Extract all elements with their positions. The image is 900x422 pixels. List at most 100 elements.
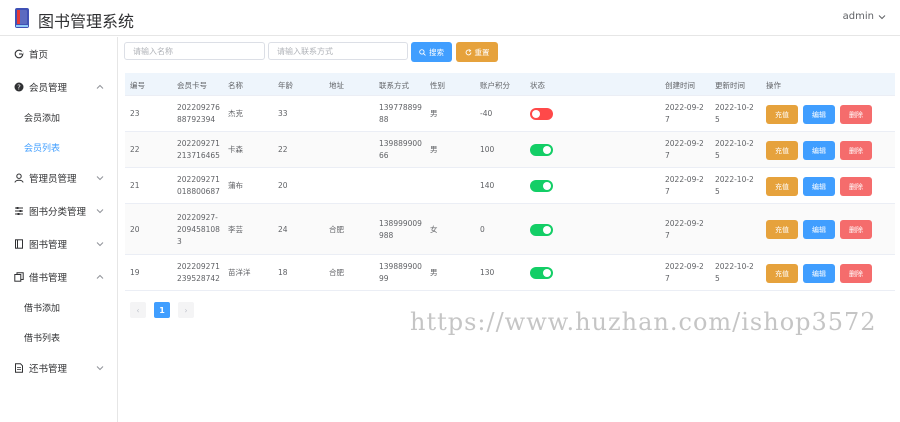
sliders-icon	[14, 206, 24, 216]
question-circle-icon: ?	[14, 82, 24, 92]
sidebar-item-home[interactable]: 首页	[0, 42, 118, 66]
cell-age: 24	[278, 225, 288, 234]
sidebar: 首页 ? 会员管理 会员添加 会员列表 管理员管理 图书分类管理 图书管理 借书…	[0, 37, 118, 422]
chevron-down-icon	[96, 176, 104, 181]
cell-created-time: 2022-09-2 7	[665, 139, 704, 160]
delete-button[interactable]: 删除	[840, 264, 872, 283]
cell-updated-time: 2022-10-2 5	[715, 175, 754, 196]
cell-points: 130	[480, 268, 495, 277]
name-search-input[interactable]: 请输入名称	[124, 42, 265, 60]
sidebar-subitem-member-add[interactable]: 会员添加	[24, 111, 60, 124]
sidebar-item-book-category-management[interactable]: 图书分类管理	[0, 199, 118, 223]
cell-card-number: 202209276 88792394	[177, 103, 220, 124]
cell-name: 蒲布	[228, 181, 243, 190]
column-header-created: 创建时间	[665, 81, 695, 90]
main-content: 请输入名称 请输入联系方式 搜索 重置 编号 会员卡号 名称 年龄 地址 联系方…	[119, 37, 900, 422]
edit-button[interactable]: 编辑	[803, 141, 835, 160]
column-header-updated: 更新时间	[715, 81, 745, 90]
sidebar-item-label: 借书管理	[29, 273, 68, 284]
delete-button[interactable]: 删除	[840, 141, 872, 160]
chevron-up-icon	[96, 274, 104, 279]
charge-button[interactable]: 充值	[766, 177, 798, 196]
cell-id: 21	[130, 181, 140, 190]
search-button-label: 搜索	[429, 47, 444, 57]
cell-phone: 139889900 99	[379, 262, 422, 283]
cell-phone: 139778899 88	[379, 103, 422, 124]
contact-search-input[interactable]: 请输入联系方式	[268, 42, 408, 60]
reset-button[interactable]: 重置	[456, 42, 498, 62]
table-row: 23 202209276 88792394 杰克 33 139778899 88 男 -40…	[125, 96, 895, 132]
sidebar-item-admin-management[interactable]: 管理员管理	[0, 166, 118, 190]
delete-button[interactable]: 删除	[840, 105, 872, 124]
cell-phone: 139889900 66	[379, 139, 422, 160]
status-switch[interactable]	[530, 144, 553, 156]
table-row: 22 202209271 213716465 卡森 22 139889900 66 男 10…	[125, 132, 895, 168]
user-menu[interactable]: admin	[843, 11, 886, 22]
cell-created-time: 2022-09-2 7	[665, 262, 704, 283]
table-header: 编号 会员卡号 名称 年龄 地址 联系方式 性别 账户积分 状态 创建时间 更新…	[125, 73, 895, 96]
chevron-down-icon	[96, 242, 104, 247]
sidebar-item-book-management[interactable]: 图书管理	[0, 232, 118, 256]
watermark-text: https://www.huzhan.com/ishop3572	[410, 308, 877, 336]
cell-age: 33	[278, 109, 288, 118]
sidebar-subitem-borrow-add[interactable]: 借书添加	[24, 301, 60, 314]
chevron-down-icon	[96, 366, 104, 371]
column-header-points: 账户积分	[480, 81, 510, 90]
status-switch[interactable]	[530, 224, 553, 236]
cell-age: 20	[278, 181, 288, 190]
edit-button[interactable]: 编辑	[803, 105, 835, 124]
edit-button[interactable]: 编辑	[803, 264, 835, 283]
sidebar-item-return-management[interactable]: 还书管理	[0, 356, 118, 380]
cell-points: 140	[480, 181, 495, 190]
column-header-phone: 联系方式	[379, 81, 409, 90]
charge-button[interactable]: 充值	[766, 141, 798, 160]
cell-card-number: 202209271 213716465	[177, 139, 220, 160]
charge-button[interactable]: 充值	[766, 264, 798, 283]
document-icon	[14, 363, 24, 373]
search-button[interactable]: 搜索	[411, 42, 452, 62]
status-switch-knob	[543, 269, 551, 277]
table-row: 20 20220927- 209458108 3 李芸 24 合肥 138999009 9…	[125, 204, 895, 255]
sidebar-item-label: 首页	[29, 50, 49, 61]
cell-age: 18	[278, 268, 288, 277]
reset-button-label: 重置	[474, 47, 490, 57]
status-switch[interactable]	[530, 267, 553, 279]
delete-button[interactable]: 删除	[840, 220, 872, 239]
sidebar-item-label: 图书管理	[29, 240, 68, 251]
sidebar-item-member-management[interactable]: ? 会员管理	[0, 75, 118, 99]
chevron-down-icon	[878, 14, 886, 19]
sidebar-item-borrow-management[interactable]: 借书管理	[0, 265, 118, 289]
edit-button[interactable]: 编辑	[803, 177, 835, 196]
charge-button[interactable]: 充值	[766, 220, 798, 239]
cell-name: 李芸	[228, 225, 243, 234]
prev-page-button[interactable]: ‹	[130, 302, 146, 318]
column-header-address: 地址	[329, 81, 344, 90]
column-header-gender: 性别	[430, 81, 445, 90]
charge-button[interactable]: 充值	[766, 105, 798, 124]
edit-button[interactable]: 编辑	[803, 220, 835, 239]
column-header-id: 编号	[130, 81, 145, 90]
svg-text:?: ?	[17, 84, 21, 92]
cell-updated-time: 2022-10-2 5	[715, 103, 754, 124]
sidebar-subitem-member-list[interactable]: 会员列表	[24, 141, 60, 154]
next-page-button[interactable]: ›	[178, 302, 194, 318]
status-switch[interactable]	[530, 108, 553, 120]
current-page-button[interactable]: 1	[154, 302, 170, 318]
column-header-actions: 操作	[766, 81, 781, 90]
delete-button[interactable]: 删除	[840, 177, 872, 196]
status-switch[interactable]	[530, 180, 553, 192]
cell-id: 22	[130, 145, 140, 154]
cell-address: 合肥	[329, 225, 344, 234]
sidebar-subitem-borrow-list[interactable]: 借书列表	[24, 331, 60, 344]
table-row: 19 202209271 239528742 苗洋洋 18 合肥 139889900 99…	[125, 255, 895, 291]
top-header: 图书管理系统 admin	[0, 0, 900, 36]
cell-id: 23	[130, 109, 140, 118]
cell-points: 100	[480, 145, 495, 154]
cell-gender: 女	[430, 225, 438, 234]
cell-name: 苗洋洋	[228, 268, 251, 277]
cell-updated-time: 2022-10-2 5	[715, 262, 754, 283]
book-logo-icon	[15, 8, 29, 28]
cell-address: 合肥	[329, 268, 344, 277]
cell-name: 杰克	[228, 109, 243, 118]
cell-points: 0	[480, 225, 485, 234]
